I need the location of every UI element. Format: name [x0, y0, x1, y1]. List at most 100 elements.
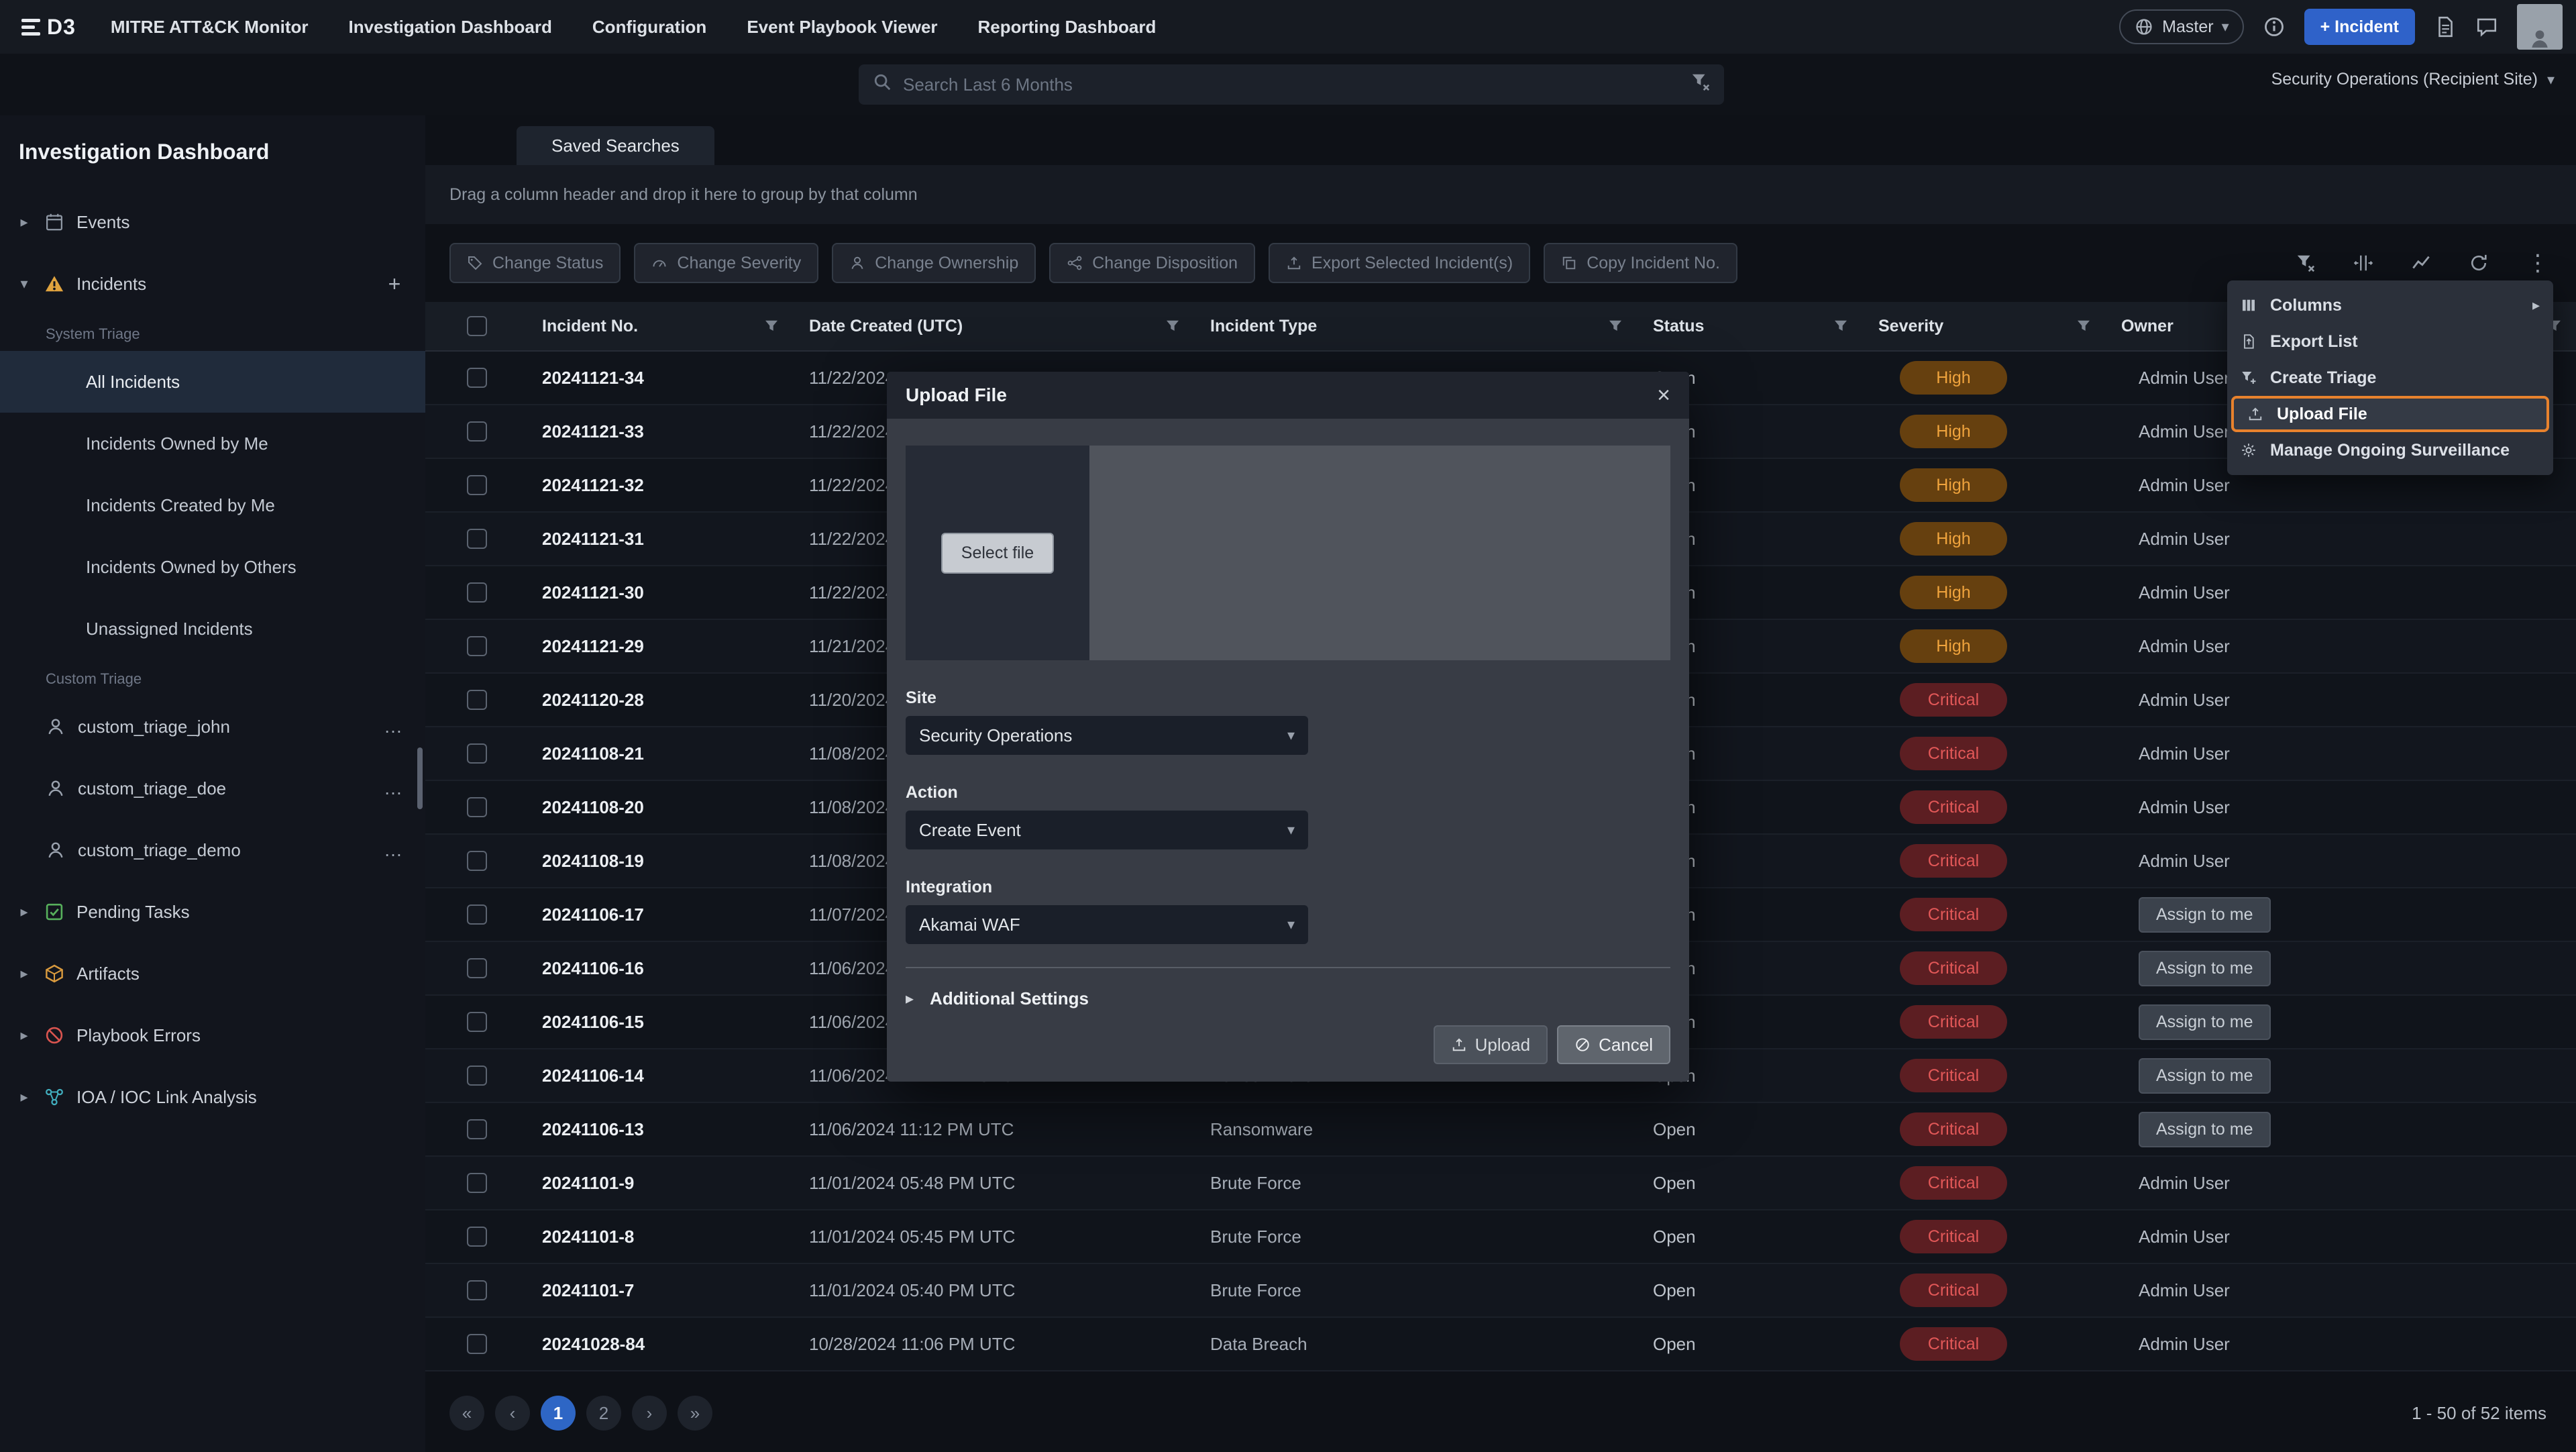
- column-filter-icon[interactable]: [1165, 318, 1181, 334]
- menu-item-manage-ongoing-surveillance[interactable]: Manage Ongoing Surveillance: [2227, 432, 2553, 468]
- assign-to-me-button[interactable]: Assign to me: [2139, 951, 2271, 986]
- sidebar-item-playbook-errors[interactable]: ▸ Playbook Errors: [0, 1004, 425, 1066]
- menu-item-columns[interactable]: Columns ▸: [2227, 287, 2553, 323]
- change-disposition-button[interactable]: Change Disposition: [1049, 243, 1255, 283]
- nav-mitre-attack-monitor[interactable]: MITRE ATT&CK Monitor: [111, 17, 309, 38]
- change-ownership-button[interactable]: Change Ownership: [832, 243, 1036, 283]
- add-incident-button[interactable]: + Incident: [2304, 9, 2415, 45]
- master-site-dropdown[interactable]: Master ▾: [2119, 9, 2243, 44]
- additional-settings-toggle[interactable]: ▸ Additional Settings: [906, 988, 1670, 1009]
- upload-button[interactable]: Upload: [1434, 1025, 1548, 1064]
- integration-dropdown[interactable]: Akamai WAF ▾: [906, 905, 1308, 944]
- page-last-button[interactable]: »: [678, 1396, 712, 1431]
- assign-to-me-button[interactable]: Assign to me: [2139, 1112, 2271, 1147]
- change-severity-button[interactable]: Change Severity: [634, 243, 818, 283]
- sidebar-item-artifacts[interactable]: ▸ Artifacts: [0, 943, 425, 1004]
- file-drop-area[interactable]: [1089, 446, 1670, 660]
- tab-saved-searches[interactable]: Saved Searches: [517, 126, 714, 165]
- nav-configuration[interactable]: Configuration: [592, 17, 706, 38]
- sidebar-item-all-incidents[interactable]: All Incidents: [0, 351, 425, 413]
- chat-icon[interactable]: [2475, 15, 2498, 38]
- row-checkbox[interactable]: [467, 904, 487, 925]
- column-filter-icon[interactable]: [1607, 318, 1623, 334]
- refresh-icon[interactable]: [2469, 253, 2489, 273]
- sidebar-scrollbar[interactable]: [417, 747, 423, 809]
- nav-reporting-dashboard[interactable]: Reporting Dashboard: [978, 17, 1157, 38]
- row-checkbox[interactable]: [467, 958, 487, 978]
- sidebar-item-custom-triage-john[interactable]: custom_triage_john …: [0, 696, 425, 758]
- more-options-icon[interactable]: …: [384, 839, 404, 861]
- row-checkbox[interactable]: [467, 1173, 487, 1193]
- row-checkbox[interactable]: [467, 797, 487, 817]
- kebab-menu-icon[interactable]: ⋮: [2526, 250, 2549, 276]
- sidebar-item-ioa-ioc-link-analysis[interactable]: ▸ IOA / IOC Link Analysis: [0, 1066, 425, 1128]
- sidebar-item-incidents-created-by-me[interactable]: Incidents Created by Me: [0, 474, 425, 536]
- table-row[interactable]: 20241101-8 11/01/2024 05:45 PM UTC Brute…: [425, 1210, 2576, 1264]
- header-date-created[interactable]: Date Created (UTC): [793, 302, 1194, 350]
- page-2-button[interactable]: 2: [586, 1396, 621, 1431]
- sidebar-item-pending-tasks[interactable]: ▸ Pending Tasks: [0, 881, 425, 943]
- sidebar-item-unassigned-incidents[interactable]: Unassigned Incidents: [0, 598, 425, 660]
- menu-item-create-triage[interactable]: Create Triage: [2227, 360, 2553, 396]
- header-incident-type[interactable]: Incident Type: [1194, 302, 1637, 350]
- select-all-checkbox[interactable]: [467, 316, 487, 336]
- sidebar-item-incidents[interactable]: ▾ Incidents +: [0, 253, 425, 315]
- row-checkbox[interactable]: [467, 475, 487, 495]
- more-options-icon[interactable]: …: [384, 778, 404, 799]
- header-status[interactable]: Status: [1637, 302, 1862, 350]
- row-checkbox[interactable]: [467, 1280, 487, 1300]
- nav-event-playbook-viewer[interactable]: Event Playbook Viewer: [747, 17, 937, 38]
- page-1-button[interactable]: 1: [541, 1396, 576, 1431]
- row-checkbox[interactable]: [467, 851, 487, 871]
- assign-to-me-button[interactable]: Assign to me: [2139, 1004, 2271, 1040]
- sidebar-item-incidents-owned-by-me[interactable]: Incidents Owned by Me: [0, 413, 425, 474]
- row-checkbox[interactable]: [467, 368, 487, 388]
- table-row[interactable]: 20241106-13 11/06/2024 11:12 PM UTC Rans…: [425, 1103, 2576, 1157]
- info-icon[interactable]: [2263, 15, 2286, 38]
- d3-logo[interactable]: D3: [21, 15, 76, 40]
- cancel-button[interactable]: Cancel: [1557, 1025, 1670, 1064]
- table-row[interactable]: 20241101-9 11/01/2024 05:48 PM UTC Brute…: [425, 1157, 2576, 1210]
- row-checkbox[interactable]: [467, 636, 487, 656]
- site-selector[interactable]: Security Operations (Recipient Site) ▾: [2271, 70, 2555, 89]
- user-avatar[interactable]: [2517, 4, 2563, 50]
- menu-item-export-list[interactable]: Export List: [2227, 323, 2553, 360]
- add-triage-icon[interactable]: +: [380, 272, 409, 297]
- row-checkbox[interactable]: [467, 743, 487, 764]
- page-prev-button[interactable]: ‹: [495, 1396, 530, 1431]
- adjust-columns-icon[interactable]: [2353, 253, 2373, 273]
- sidebar-item-custom-triage-doe[interactable]: custom_triage_doe …: [0, 758, 425, 819]
- filter-icon[interactable]: [1690, 72, 1711, 97]
- group-by-bar[interactable]: Drag a column header and drop it here to…: [425, 165, 2576, 224]
- menu-item-upload-file[interactable]: Upload File: [2231, 396, 2549, 432]
- search-input[interactable]: [903, 74, 1680, 95]
- table-row[interactable]: 20241028-84 10/28/2024 11:06 PM UTC Data…: [425, 1318, 2576, 1371]
- row-checkbox[interactable]: [467, 529, 487, 549]
- document-icon[interactable]: [2434, 15, 2457, 38]
- row-checkbox[interactable]: [467, 1119, 487, 1139]
- close-icon[interactable]: ×: [1657, 384, 1670, 407]
- export-selected-incidents-button[interactable]: Export Selected Incident(s): [1269, 243, 1530, 283]
- header-incident-no[interactable]: Incident No.: [526, 302, 793, 350]
- row-checkbox[interactable]: [467, 582, 487, 603]
- column-filter-icon[interactable]: [1833, 318, 1849, 334]
- sidebar-item-incidents-owned-by-others[interactable]: Incidents Owned by Others: [0, 536, 425, 598]
- sidebar-item-custom-triage-demo[interactable]: custom_triage_demo …: [0, 819, 425, 881]
- site-dropdown[interactable]: Security Operations ▾: [906, 716, 1308, 755]
- column-filter-icon[interactable]: [763, 318, 780, 334]
- assign-to-me-button[interactable]: Assign to me: [2139, 897, 2271, 933]
- row-checkbox[interactable]: [467, 690, 487, 710]
- page-first-button[interactable]: «: [449, 1396, 484, 1431]
- page-next-button[interactable]: ›: [632, 1396, 667, 1431]
- column-filter-icon[interactable]: [2076, 318, 2092, 334]
- row-checkbox[interactable]: [467, 1066, 487, 1086]
- clear-filter-icon[interactable]: [2296, 253, 2316, 273]
- row-checkbox[interactable]: [467, 1227, 487, 1247]
- sidebar-item-events[interactable]: ▸ Events: [0, 191, 425, 253]
- assign-to-me-button[interactable]: Assign to me: [2139, 1058, 2271, 1094]
- more-options-icon[interactable]: …: [384, 716, 404, 737]
- row-checkbox[interactable]: [467, 1012, 487, 1032]
- header-severity[interactable]: Severity: [1862, 302, 2105, 350]
- chart-icon[interactable]: [2411, 253, 2431, 273]
- select-file-button[interactable]: Select file: [941, 533, 1054, 574]
